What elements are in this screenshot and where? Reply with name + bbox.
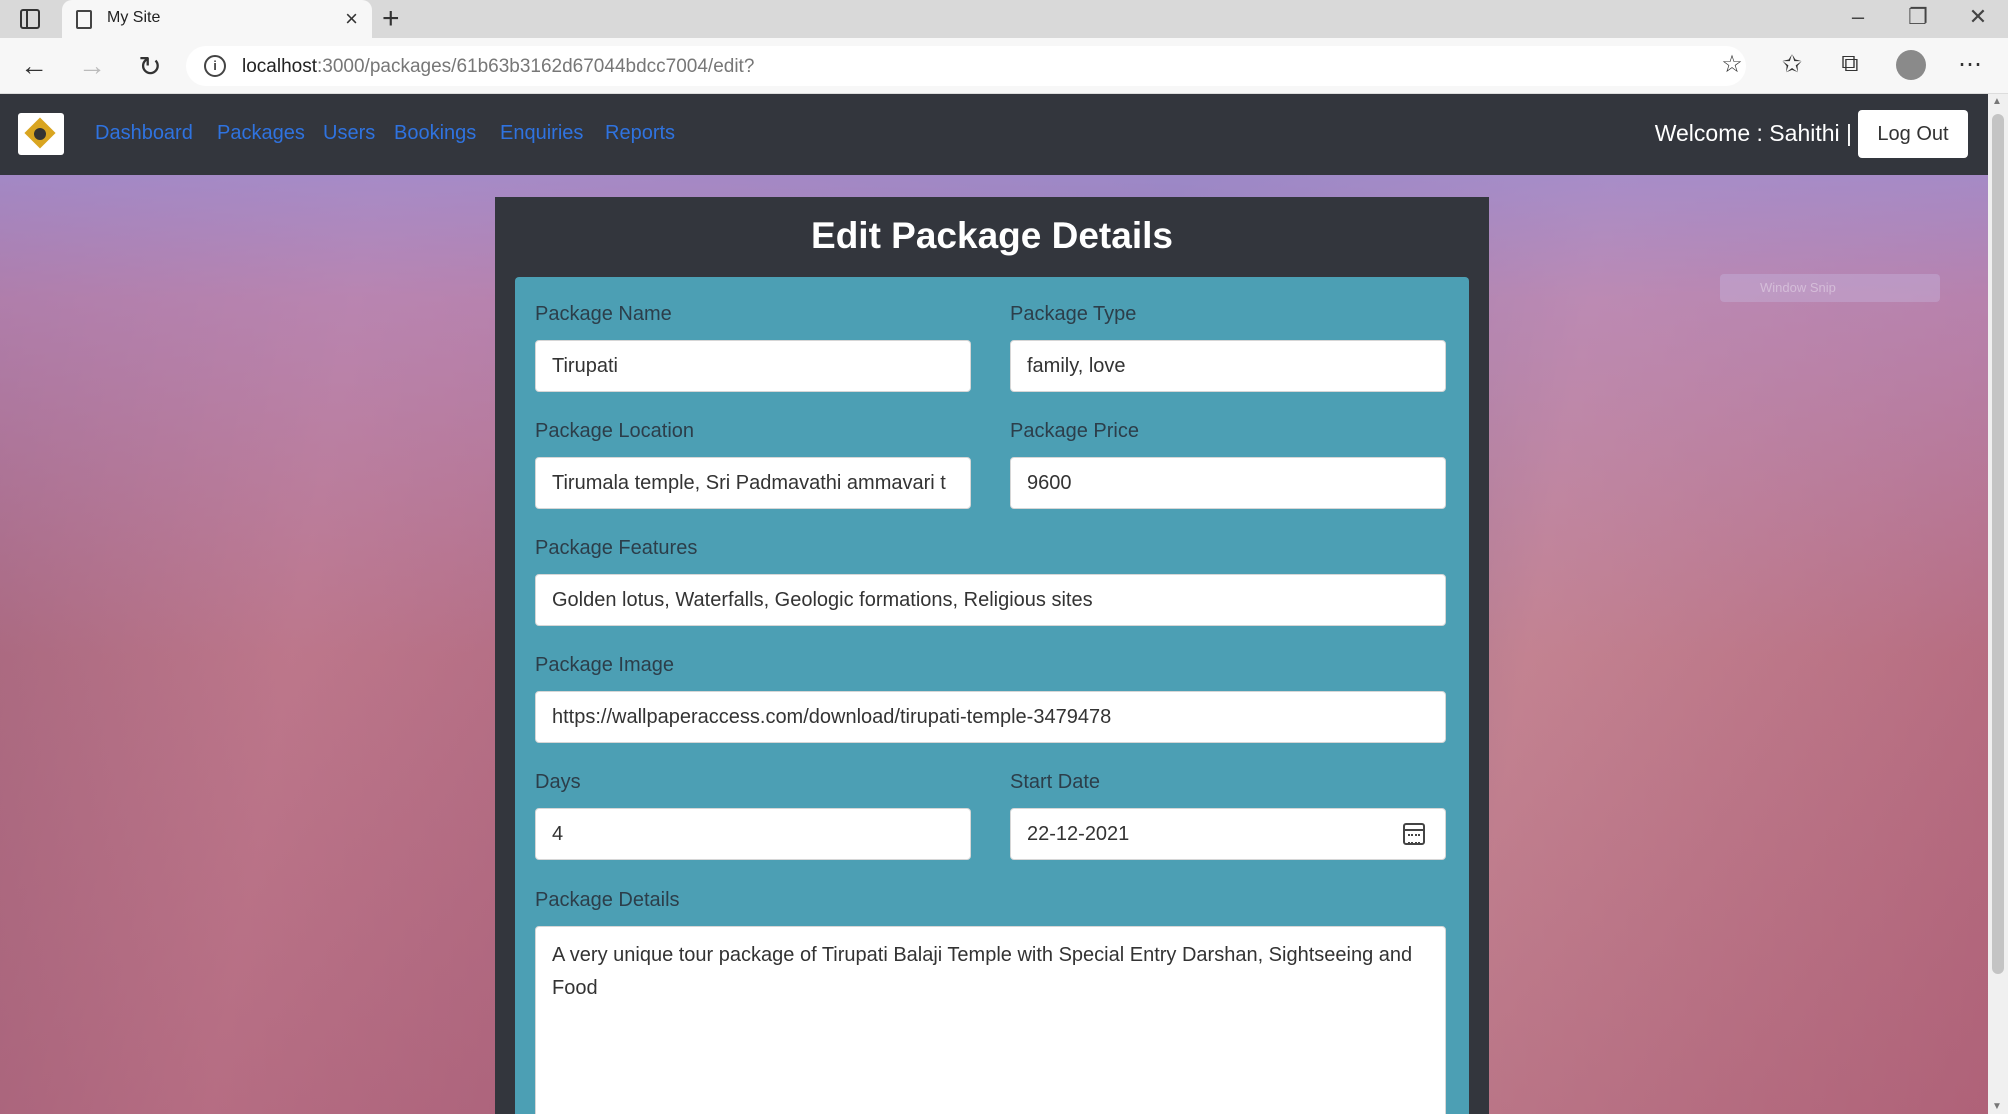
window-snip-label: Window Snip	[1760, 280, 1836, 295]
edit-package-card: Edit Package Details Package Name Tirupa…	[495, 197, 1489, 1114]
days-label: Days	[535, 771, 581, 793]
package-image-label: Package Image	[535, 654, 674, 676]
minimize-icon[interactable]: –	[1838, 4, 1878, 30]
browser-tab-bar: My Site × + – ❐ ✕	[0, 0, 2008, 38]
scroll-thumb[interactable]	[1992, 114, 2004, 974]
tab-title: My Site	[107, 9, 161, 26]
nav-users[interactable]: Users	[323, 122, 375, 145]
package-details-label: Package Details	[535, 889, 680, 911]
favorites-icon[interactable]: ✩	[1774, 50, 1810, 79]
page-scrollbar[interactable]: ▲ ▼	[1988, 94, 2008, 1114]
scroll-up-icon[interactable]: ▲	[1992, 96, 2002, 107]
url-field[interactable]: i localhost:3000/packages/61b63b3162d670…	[186, 46, 1746, 86]
site-navbar: Dashboard Packages Users Bookings Enquir…	[0, 94, 1988, 175]
page-icon	[76, 10, 92, 29]
restore-icon[interactable]: ❐	[1898, 4, 1938, 30]
start-date-input[interactable]: 22-12-2021	[1010, 808, 1446, 860]
package-location-label: Package Location	[535, 420, 695, 442]
package-price-input[interactable]: 9600	[1010, 457, 1446, 509]
back-icon[interactable]: ←	[16, 50, 52, 82]
info-icon[interactable]: i	[204, 55, 226, 77]
page-title: Edit Package Details	[811, 215, 1173, 256]
scroll-down-icon[interactable]: ▼	[1992, 1101, 2002, 1112]
profile-avatar-icon[interactable]	[1896, 50, 1926, 80]
welcome-text: Welcome : Sahithi |	[1654, 120, 1852, 146]
page-background: Dashboard Packages Users Bookings Enquir…	[0, 94, 1988, 1114]
start-date-value: 22-12-2021	[1027, 823, 1130, 845]
nav-dashboard[interactable]: Dashboard	[95, 122, 193, 145]
package-details-textarea[interactable]: A very unique tour package of Tirupati B…	[535, 926, 1446, 1114]
address-bar: ← → ↻ i localhost:3000/packages/61b63b31…	[0, 38, 2008, 94]
new-tab-icon[interactable]: +	[382, 2, 400, 36]
site-logo[interactable]	[18, 113, 64, 155]
tab-actions-icon[interactable]	[20, 9, 40, 29]
package-name-input[interactable]: Tirupati	[535, 340, 971, 392]
edit-package-form: Package Name Tirupati Package Type famil…	[515, 277, 1469, 1114]
package-price-label: Package Price	[1010, 420, 1139, 442]
package-features-label: Package Features	[535, 537, 698, 559]
package-image-input[interactable]: https://wallpaperaccess.com/download/tir…	[535, 691, 1446, 743]
nav-reports[interactable]: Reports	[605, 122, 675, 145]
close-window-icon[interactable]: ✕	[1958, 4, 1998, 30]
days-input[interactable]: 4	[535, 808, 971, 860]
browser-tab[interactable]: My Site ×	[62, 0, 372, 38]
logout-button[interactable]: Log Out	[1858, 110, 1968, 158]
calendar-icon[interactable]	[1403, 823, 1425, 845]
more-options-icon[interactable]: ⋯	[1952, 50, 1988, 79]
nav-enquiries[interactable]: Enquiries	[500, 122, 583, 145]
collections-icon[interactable]: ⧉	[1832, 50, 1868, 78]
nav-packages[interactable]: Packages	[217, 122, 305, 145]
close-tab-icon[interactable]: ×	[345, 6, 358, 32]
reload-icon[interactable]: ↻	[132, 50, 168, 83]
package-features-input[interactable]: Golden lotus, Waterfalls, Geologic forma…	[535, 574, 1446, 626]
forward-icon[interactable]: →	[74, 50, 110, 82]
package-type-label: Package Type	[1010, 303, 1137, 325]
package-location-input[interactable]: Tirumala temple, Sri Padmavathi ammavari…	[535, 457, 971, 509]
window-snip-overlay: Window Snip	[1720, 274, 1940, 302]
start-date-label: Start Date	[1010, 771, 1101, 793]
package-name-label: Package Name	[535, 303, 672, 325]
url-text: localhost:3000/packages/61b63b3162d67044…	[242, 56, 755, 77]
package-type-input[interactable]: family, love	[1010, 340, 1446, 392]
add-favorite-icon[interactable]: ☆	[1714, 50, 1750, 79]
nav-bookings[interactable]: Bookings	[394, 122, 476, 145]
